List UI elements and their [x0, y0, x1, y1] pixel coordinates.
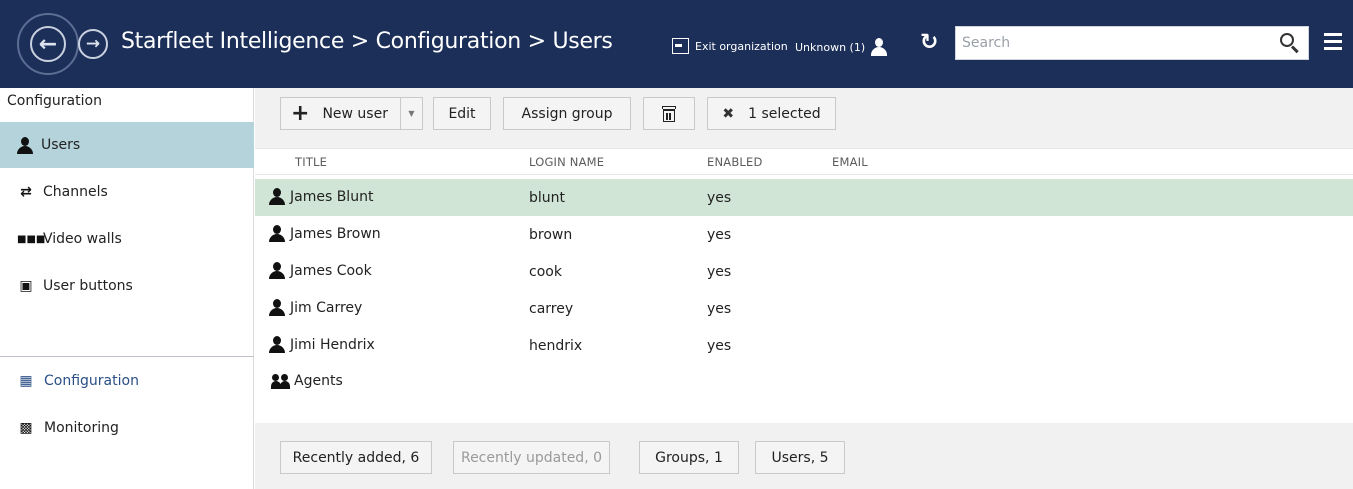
close-icon: ✖	[722, 105, 735, 122]
sidebar-item-channels[interactable]: ⇄ Channels	[0, 169, 254, 215]
sidebar-item-monitoring[interactable]: ▩ Monitoring	[0, 405, 254, 451]
sidebar: Configuration Users ⇄ Channels ■■■ Video…	[0, 88, 254, 489]
recently-updated-button[interactable]: Recently updated, 0	[453, 441, 610, 474]
user-icon	[269, 336, 285, 353]
column-header-enabled[interactable]: ENABLED	[707, 155, 763, 169]
user-icon	[17, 136, 33, 154]
exit-icon	[672, 38, 689, 54]
column-header-login-name[interactable]: LOGIN NAME	[529, 155, 604, 169]
sidebar-item-label: User buttons	[43, 278, 133, 294]
trash-icon	[662, 105, 676, 122]
top-bar: ← → Starfleet Intelligence > Configurati…	[0, 0, 1353, 88]
user-name-label: Unknown (1)	[795, 40, 866, 54]
row-enabled: yes	[707, 338, 732, 354]
row-login: carrey	[529, 301, 574, 317]
breadcrumb-configuration[interactable]: Configuration	[376, 29, 522, 54]
refresh-button[interactable]: ↻	[920, 30, 938, 55]
row-login: blunt	[529, 190, 566, 206]
clear-selection-button[interactable]: ✖ 1 selected	[707, 97, 836, 130]
grid-icon: ■■■	[17, 233, 46, 245]
user-icon	[269, 188, 285, 205]
recently-added-button[interactable]: Recently added, 6	[280, 441, 432, 474]
user-menu[interactable]: Unknown (1)	[795, 38, 888, 56]
monitoring-icon: ▩	[19, 420, 33, 436]
table-row[interactable]: James Brown brown yes	[255, 216, 1353, 253]
main-panel: + New user ▼ Edit Assign group ✖ 1 selec…	[255, 88, 1353, 489]
row-title: Jim Carrey	[290, 299, 363, 316]
sidebar-item-user-buttons[interactable]: ▣ User buttons	[0, 263, 254, 309]
new-user-label: New user	[322, 105, 388, 122]
row-enabled: yes	[707, 301, 732, 317]
users-filter-button[interactable]: Users, 5	[755, 441, 845, 474]
user-list: James Blunt blunt yes James Brown brown …	[255, 179, 1353, 401]
sidebar-item-label: Configuration	[44, 373, 139, 389]
row-enabled: yes	[707, 190, 732, 206]
assign-group-button[interactable]: Assign group	[503, 97, 631, 130]
row-title: Jimi Hendrix	[290, 336, 375, 353]
configuration-icon: ▦	[19, 373, 33, 389]
search-box	[955, 26, 1309, 60]
column-header-email[interactable]: EMAIL	[832, 155, 868, 169]
back-button[interactable]: ←	[17, 13, 79, 75]
search-input[interactable]	[956, 27, 1276, 59]
sidebar-item-video-walls[interactable]: ■■■ Video walls	[0, 216, 254, 262]
row-title: James Blunt	[290, 188, 374, 205]
sidebar-item-label: Users	[41, 137, 81, 153]
delete-button[interactable]	[643, 97, 695, 130]
chevron-down-icon[interactable]: ▼	[400, 98, 422, 129]
row-enabled: yes	[707, 264, 732, 280]
groups-filter-button[interactable]: Groups, 1	[639, 441, 739, 474]
arrow-left-icon: ←	[30, 26, 66, 62]
sidebar-item-label: Monitoring	[44, 420, 119, 436]
row-title: James Cook	[290, 262, 372, 279]
toolbar: + New user ▼ Edit Assign group ✖ 1 selec…	[255, 88, 1353, 148]
user-icon	[269, 225, 285, 242]
sidebar-divider	[0, 356, 254, 357]
breadcrumb: Starfleet Intelligence > Configuration >…	[121, 29, 613, 54]
edit-button[interactable]: Edit	[433, 97, 491, 130]
sidebar-title: Configuration	[7, 93, 102, 109]
table-row[interactable]: James Cook cook yes	[255, 253, 1353, 290]
user-icon	[871, 38, 888, 56]
shuffle-icon: ⇄	[20, 184, 32, 200]
new-user-button[interactable]: + New user ▼	[280, 97, 423, 130]
user-buttons-icon: ▣	[19, 278, 33, 294]
row-login: hendrix	[529, 338, 583, 354]
sidebar-item-users[interactable]: Users	[0, 122, 254, 168]
breadcrumb-users: Users	[552, 29, 613, 54]
sidebar-item-label: Video walls	[43, 231, 122, 247]
row-enabled: yes	[707, 227, 732, 243]
group-icon	[271, 373, 291, 389]
plus-icon: +	[291, 100, 310, 126]
row-login: brown	[529, 227, 573, 243]
table-row[interactable]: Jim Carrey carrey yes	[255, 290, 1353, 327]
exit-organization-button[interactable]: Exit organization	[672, 38, 788, 54]
table-header: TITLE LOGIN NAME ENABLED EMAIL	[255, 148, 1353, 175]
table-row[interactable]: Agents	[255, 364, 1353, 401]
exit-organization-label: Exit organization	[695, 39, 788, 53]
breadcrumb-separator: >	[527, 29, 546, 54]
forward-button[interactable]: →	[78, 29, 108, 59]
table-row[interactable]: James Blunt blunt yes	[255, 179, 1353, 216]
row-login: cook	[529, 264, 562, 280]
breadcrumb-separator: >	[350, 29, 369, 54]
refresh-icon: ↻	[920, 30, 939, 55]
sidebar-item-configuration[interactable]: ▦ Configuration	[0, 358, 254, 404]
selected-count-label: 1 selected	[748, 105, 821, 122]
arrow-right-icon: →	[85, 34, 101, 54]
search-icon[interactable]	[1280, 33, 1300, 54]
user-icon	[269, 262, 285, 279]
user-icon	[269, 299, 285, 316]
breadcrumb-organization[interactable]: Starfleet Intelligence	[121, 29, 344, 54]
footer-filters: Recently added, 6 Recently updated, 0 Gr…	[255, 423, 1353, 489]
row-title: Agents	[294, 373, 343, 389]
column-header-title[interactable]: TITLE	[295, 155, 327, 169]
sidebar-item-label: Channels	[43, 184, 108, 200]
table-row[interactable]: Jimi Hendrix hendrix yes	[255, 327, 1353, 364]
hamburger-menu-icon[interactable]	[1324, 33, 1342, 51]
row-title: James Brown	[290, 225, 381, 242]
